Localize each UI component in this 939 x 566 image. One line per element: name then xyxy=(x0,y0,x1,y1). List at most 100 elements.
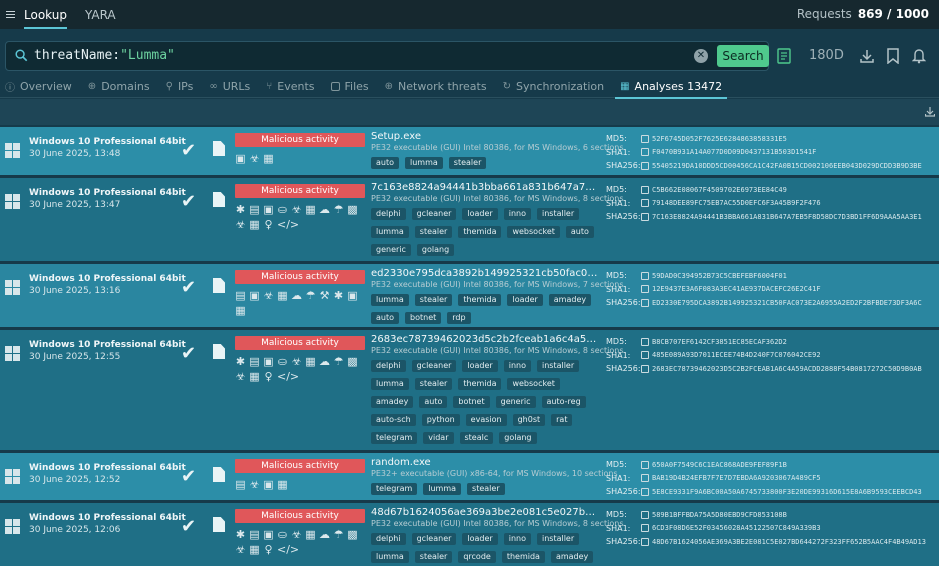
copy-icon[interactable] xyxy=(641,537,649,546)
tag[interactable]: vidar xyxy=(423,432,454,444)
copy-icon[interactable] xyxy=(641,460,649,469)
copy-icon[interactable] xyxy=(641,148,649,157)
tag[interactable]: lumma xyxy=(405,157,443,169)
bookmark-icon[interactable] xyxy=(887,48,899,64)
file-name[interactable]: 48d67b1624056ae369a3be2e081c5e027bd64427… xyxy=(371,507,601,518)
bell-icon[interactable] xyxy=(912,48,926,64)
analysis-row[interactable]: Windows 10 Professional 64bit 30 June 202… xyxy=(0,503,939,566)
report-icon[interactable] xyxy=(213,141,225,156)
tag[interactable]: loader xyxy=(507,294,543,306)
tag[interactable]: installer xyxy=(536,208,580,220)
tag[interactable]: websocket xyxy=(507,378,560,390)
tag[interactable]: auto xyxy=(371,312,400,324)
copy-icon[interactable] xyxy=(641,487,649,496)
tag[interactable]: auto-reg xyxy=(541,396,586,408)
report-icon[interactable] xyxy=(213,344,225,359)
copy-icon[interactable] xyxy=(641,199,649,208)
tab-events[interactable]: ⑂ Events xyxy=(261,75,319,98)
file-name[interactable]: 7c163e8824a94441b3bba661a831b647a7eb5f8d… xyxy=(371,182,601,193)
analysis-row[interactable]: Windows 10 Professional 64bit 30 June 202… xyxy=(0,178,939,261)
hash-value[interactable]: C5B662E08067F4509702E6973EE84C49 xyxy=(652,186,787,194)
tag[interactable]: themida xyxy=(458,294,502,306)
copy-icon[interactable] xyxy=(641,337,649,346)
tag[interactable]: amadey xyxy=(548,294,592,306)
copy-icon[interactable] xyxy=(641,271,649,280)
tab-analyses[interactable]: ▦ Analyses 13472 xyxy=(615,75,728,99)
file-name[interactable]: random.exe xyxy=(371,457,601,468)
tag[interactable]: delphi xyxy=(371,360,406,372)
file-name[interactable]: Setup.exe xyxy=(371,131,601,142)
tag[interactable]: qrcode xyxy=(458,551,496,563)
download-icon[interactable] xyxy=(860,48,874,64)
copy-icon[interactable] xyxy=(641,474,649,483)
hash-value[interactable]: 59DAD0C394952B73C5CBEFEBF6004F01 xyxy=(652,272,787,280)
copy-icon[interactable] xyxy=(641,524,649,533)
tag[interactable]: auto-sch xyxy=(371,414,416,426)
copy-icon[interactable] xyxy=(641,134,649,143)
tag[interactable]: delphi xyxy=(371,208,406,220)
hash-value[interactable]: 79148DEE89FC75EB7AC55D0EFC6F3A45B9F2F476 xyxy=(652,199,821,207)
hash-value[interactable]: 12E9437E3A6F083A3EC41AE937DACEFC26E2C41F xyxy=(652,285,821,293)
copy-icon[interactable] xyxy=(641,285,649,294)
tab-files[interactable]: Files xyxy=(326,75,374,98)
tag[interactable]: themida xyxy=(458,378,502,390)
search-button[interactable]: Search xyxy=(717,45,769,67)
hash-value[interactable]: ED2330E795DCA3892B149925321CB50FAC073E2A… xyxy=(652,299,922,307)
hash-value[interactable]: 7C163E8824A94441B3BBA661A831B647A7EB5F8D… xyxy=(652,213,922,221)
tab-overview[interactable]: ⓘ Overview xyxy=(0,75,77,98)
tag[interactable]: rat xyxy=(551,414,573,426)
tag[interactable]: stealer xyxy=(448,157,487,169)
tag[interactable]: python xyxy=(421,414,460,426)
tag[interactable]: lumma xyxy=(371,378,409,390)
tag[interactable]: lumma xyxy=(371,226,409,238)
tab-urls[interactable]: ∞ URLs xyxy=(204,75,255,98)
period-selector[interactable]: 180D xyxy=(809,48,844,63)
tag[interactable]: amadey xyxy=(550,551,594,563)
hash-value[interactable]: 48D67B1624056AE369A3BE2E081C5E027BD64427… xyxy=(652,538,926,546)
analysis-row[interactable]: Windows 10 Professional 64bit 30 June 202… xyxy=(0,264,939,327)
tag[interactable]: rdp xyxy=(447,312,471,324)
tag[interactable]: evasion xyxy=(465,414,507,426)
tag[interactable]: stealer xyxy=(467,483,505,495)
menu-icon[interactable] xyxy=(6,11,15,18)
analysis-row[interactable]: Windows 10 Professional 64bit 30 June 202… xyxy=(0,330,939,450)
tag[interactable]: stealer xyxy=(414,551,453,563)
tag[interactable]: generic xyxy=(371,244,411,256)
tag[interactable]: gh0st xyxy=(512,414,546,426)
hash-value[interactable]: 485E089A93D7011ECEE74B4D240F7C076042CE92 xyxy=(652,351,821,359)
tag[interactable]: golang xyxy=(416,244,455,256)
tag[interactable]: gcleaner xyxy=(411,533,457,545)
tag[interactable]: installer xyxy=(536,533,580,545)
document-icon[interactable] xyxy=(777,48,791,64)
copy-icon[interactable] xyxy=(641,185,649,194)
tag[interactable]: delphi xyxy=(371,533,406,545)
tag[interactable]: inno xyxy=(503,360,531,372)
tag[interactable]: websocket xyxy=(507,226,560,238)
analysis-row[interactable]: Windows 10 Professional 64bit 30 June 202… xyxy=(0,453,939,500)
copy-icon[interactable] xyxy=(641,212,649,221)
tag[interactable]: gcleaner xyxy=(411,208,457,220)
hash-value[interactable]: 2683EC78739462023D5C2B2FCEAB1A6C4A59ACDD… xyxy=(652,365,922,373)
tag[interactable]: telegram xyxy=(371,432,418,444)
tag[interactable]: gcleaner xyxy=(411,360,457,372)
copy-icon[interactable] xyxy=(641,298,649,307)
clear-icon[interactable]: ✕ xyxy=(694,49,708,63)
hash-value[interactable]: 52F6745D052F7625E6284863858331E5 xyxy=(652,135,787,143)
tag[interactable]: inno xyxy=(503,208,531,220)
tab-network-threats[interactable]: ⊕ Network threats xyxy=(380,75,492,98)
hash-value[interactable]: B8CB707EF6142CF3851EC85ECAF362D2 xyxy=(652,338,787,346)
tag[interactable]: auto xyxy=(565,226,594,238)
tag[interactable]: stealer xyxy=(414,294,453,306)
search-input[interactable]: threatName:"Lumma" xyxy=(34,48,175,63)
tag[interactable]: lumma xyxy=(423,483,462,495)
tag[interactable]: golang xyxy=(499,432,537,444)
export-icon[interactable] xyxy=(925,106,935,117)
tag[interactable]: themida xyxy=(458,226,502,238)
tag[interactable]: loader xyxy=(462,208,498,220)
tag[interactable]: stealc xyxy=(459,432,494,444)
tab-domains[interactable]: ⊕ Domains xyxy=(83,75,155,98)
hash-value[interactable]: 55405219DA10DDD5CD00456CA1C42FA0B15CD002… xyxy=(652,162,922,170)
copy-icon[interactable] xyxy=(641,510,649,519)
tag[interactable]: auto xyxy=(371,157,400,169)
hash-value[interactable]: 589B1BFFBDA75A5D80EBD9CFD853108B xyxy=(652,511,787,519)
